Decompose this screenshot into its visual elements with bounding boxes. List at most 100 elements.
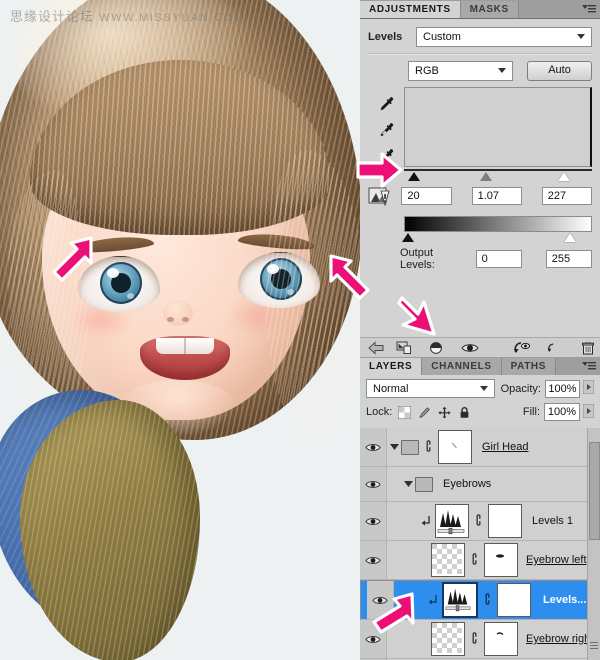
eye-glint-left-secondary: [127, 293, 134, 299]
layer-name[interactable]: Levels 1: [532, 515, 573, 527]
set-gray-point-eyedropper[interactable]: [377, 121, 395, 139]
return-to-adjustment-list-icon[interactable]: [365, 339, 387, 357]
layer-thumbnail[interactable]: [431, 622, 465, 656]
layer-mask-thumbnail[interactable]: [438, 430, 472, 464]
panel-menu-icon[interactable]: [582, 361, 596, 372]
black-point-slider[interactable]: [408, 172, 420, 181]
tab-masks[interactable]: MASKS: [460, 1, 519, 18]
tab-adjustments[interactable]: ADJUSTMENTS: [360, 1, 461, 18]
expand-view-icon[interactable]: [393, 339, 415, 357]
lock-position-icon[interactable]: [438, 406, 451, 419]
white-point-slider[interactable]: [558, 172, 570, 181]
panel-column: ADJUSTMENTS MASKS Levels Custom RGB Auto…: [360, 0, 600, 660]
reset-adjustment-icon[interactable]: [543, 339, 565, 357]
link-icon[interactable]: [424, 439, 433, 456]
levels-histogram[interactable]: [404, 87, 592, 167]
gamma-slider[interactable]: [480, 172, 492, 181]
output-black-value[interactable]: 0: [475, 250, 522, 268]
link-icon[interactable]: [470, 631, 479, 648]
link-icon[interactable]: [483, 592, 492, 609]
output-levels-slider[interactable]: [402, 232, 592, 245]
adjustment-thumbnail[interactable]: [442, 582, 478, 618]
group-disclosure-triangle[interactable]: [387, 443, 401, 451]
adjustment-thumbnail[interactable]: [435, 504, 469, 538]
auto-button[interactable]: Auto: [527, 61, 592, 81]
layer-mask-thumbnail[interactable]: [484, 543, 518, 577]
delete-adjustment-icon[interactable]: [577, 339, 599, 357]
output-white-value[interactable]: 255: [545, 250, 592, 268]
histogram-row: [368, 87, 592, 167]
layer-mask-thumbnail[interactable]: [484, 622, 518, 656]
input-white-value[interactable]: 227: [541, 187, 592, 205]
layers-scrollbar-thumb[interactable]: [589, 442, 600, 540]
levels-preset-select[interactable]: Custom: [416, 27, 592, 47]
layer-name[interactable]: Eyebrows: [443, 478, 491, 490]
input-gamma-value[interactable]: 1.07: [471, 187, 522, 205]
adjustments-body: Levels Custom RGB Auto 20 1.07 227 Outpu…: [360, 19, 600, 271]
group-disclosure-triangle[interactable]: [401, 480, 415, 488]
clip-warning-icon[interactable]: [368, 186, 401, 206]
layer-name[interactable]: Eyebrow right: [526, 633, 593, 645]
output-white-slider[interactable]: [564, 233, 576, 242]
output-levels-values-row: Output Levels: 0 255: [400, 247, 592, 271]
lock-transparent-pixels-icon[interactable]: [398, 405, 412, 419]
output-black-slider[interactable]: [402, 233, 414, 242]
panel-menu-icon[interactable]: [582, 4, 596, 15]
nostril-left: [167, 317, 174, 322]
layer-thumbnail[interactable]: [431, 543, 465, 577]
input-levels-slider[interactable]: [404, 169, 592, 183]
tab-channels[interactable]: CHANNELS: [422, 358, 502, 375]
layer-visibility-toggle[interactable]: [367, 581, 394, 619]
set-white-point-eyedropper[interactable]: [377, 147, 395, 165]
layer-row-levels-selected[interactable]: Levels...: [360, 580, 600, 620]
fill-stepper-icon[interactable]: [582, 403, 595, 421]
layer-row-eyebrow-right[interactable]: Eyebrow right: [360, 620, 600, 659]
set-black-point-eyedropper[interactable]: [377, 95, 395, 113]
tab-layers[interactable]: LAYERS: [360, 358, 423, 375]
levels-preset-value: Custom: [423, 31, 461, 43]
layers-scrollbar[interactable]: [587, 428, 600, 660]
eyelash-left: [78, 256, 160, 276]
lock-icon-group: [398, 405, 471, 419]
photoshop-screenshot: 思缘设计论坛 WWW.MISSYUAN.COM ADJUSTMENTS MASK…: [0, 0, 600, 660]
layer-visibility-toggle[interactable]: [360, 428, 387, 466]
opacity-value[interactable]: 100%: [544, 379, 580, 398]
channel-select[interactable]: RGB: [408, 61, 514, 81]
view-previous-state-icon[interactable]: [511, 339, 533, 357]
tab-paths[interactable]: PATHS: [501, 358, 557, 375]
layer-name[interactable]: Eyebrow left: [526, 554, 587, 566]
layer-row-eyebrow-left[interactable]: Eyebrow left: [360, 541, 600, 580]
layer-mask-thumbnail[interactable]: [497, 583, 531, 617]
layer-mask-thumbnail[interactable]: [488, 504, 522, 538]
group-folder-icon: [401, 439, 419, 455]
link-icon[interactable]: [474, 513, 483, 530]
layers-tab-bar: LAYERS CHANNELS PATHS: [360, 357, 600, 376]
layer-list[interactable]: Girl Head Eyebrows Levels 1 Eyebrow left…: [360, 428, 600, 660]
divider: [368, 53, 592, 55]
nose: [163, 300, 193, 326]
output-levels-gradient-wrap: [402, 216, 592, 245]
layer-visibility-toggle[interactable]: [360, 620, 387, 658]
image-canvas[interactable]: 思缘设计论坛 WWW.MISSYUAN.COM: [0, 0, 360, 660]
layer-name[interactable]: Levels...: [543, 594, 586, 606]
blend-mode-select[interactable]: Normal: [366, 379, 495, 398]
output-levels-gradient: [404, 216, 592, 232]
lock-image-pixels-icon[interactable]: [418, 406, 431, 419]
layer-row-girl-head[interactable]: Girl Head: [360, 428, 600, 467]
fill-value[interactable]: 100%: [544, 403, 580, 421]
eye-left: [78, 256, 160, 312]
layer-name[interactable]: Girl Head: [482, 441, 528, 453]
opacity-stepper-icon[interactable]: [582, 379, 595, 397]
lock-all-icon[interactable]: [458, 406, 471, 419]
layer-visibility-toggle[interactable]: [360, 502, 387, 540]
layer-visibility-toggle[interactable]: [360, 467, 387, 501]
toggle-layer-visibility-icon[interactable]: [459, 339, 481, 357]
link-icon[interactable]: [470, 552, 479, 569]
clip-to-layer-icon[interactable]: [425, 339, 447, 357]
chevron-down-icon: [577, 34, 585, 39]
input-black-value[interactable]: 20: [401, 187, 452, 205]
layer-row-eyebrows[interactable]: Eyebrows: [360, 467, 600, 502]
clipping-mask-indicator: [394, 594, 442, 606]
layer-row-levels-1[interactable]: Levels 1: [360, 502, 600, 541]
layer-visibility-toggle[interactable]: [360, 541, 387, 579]
